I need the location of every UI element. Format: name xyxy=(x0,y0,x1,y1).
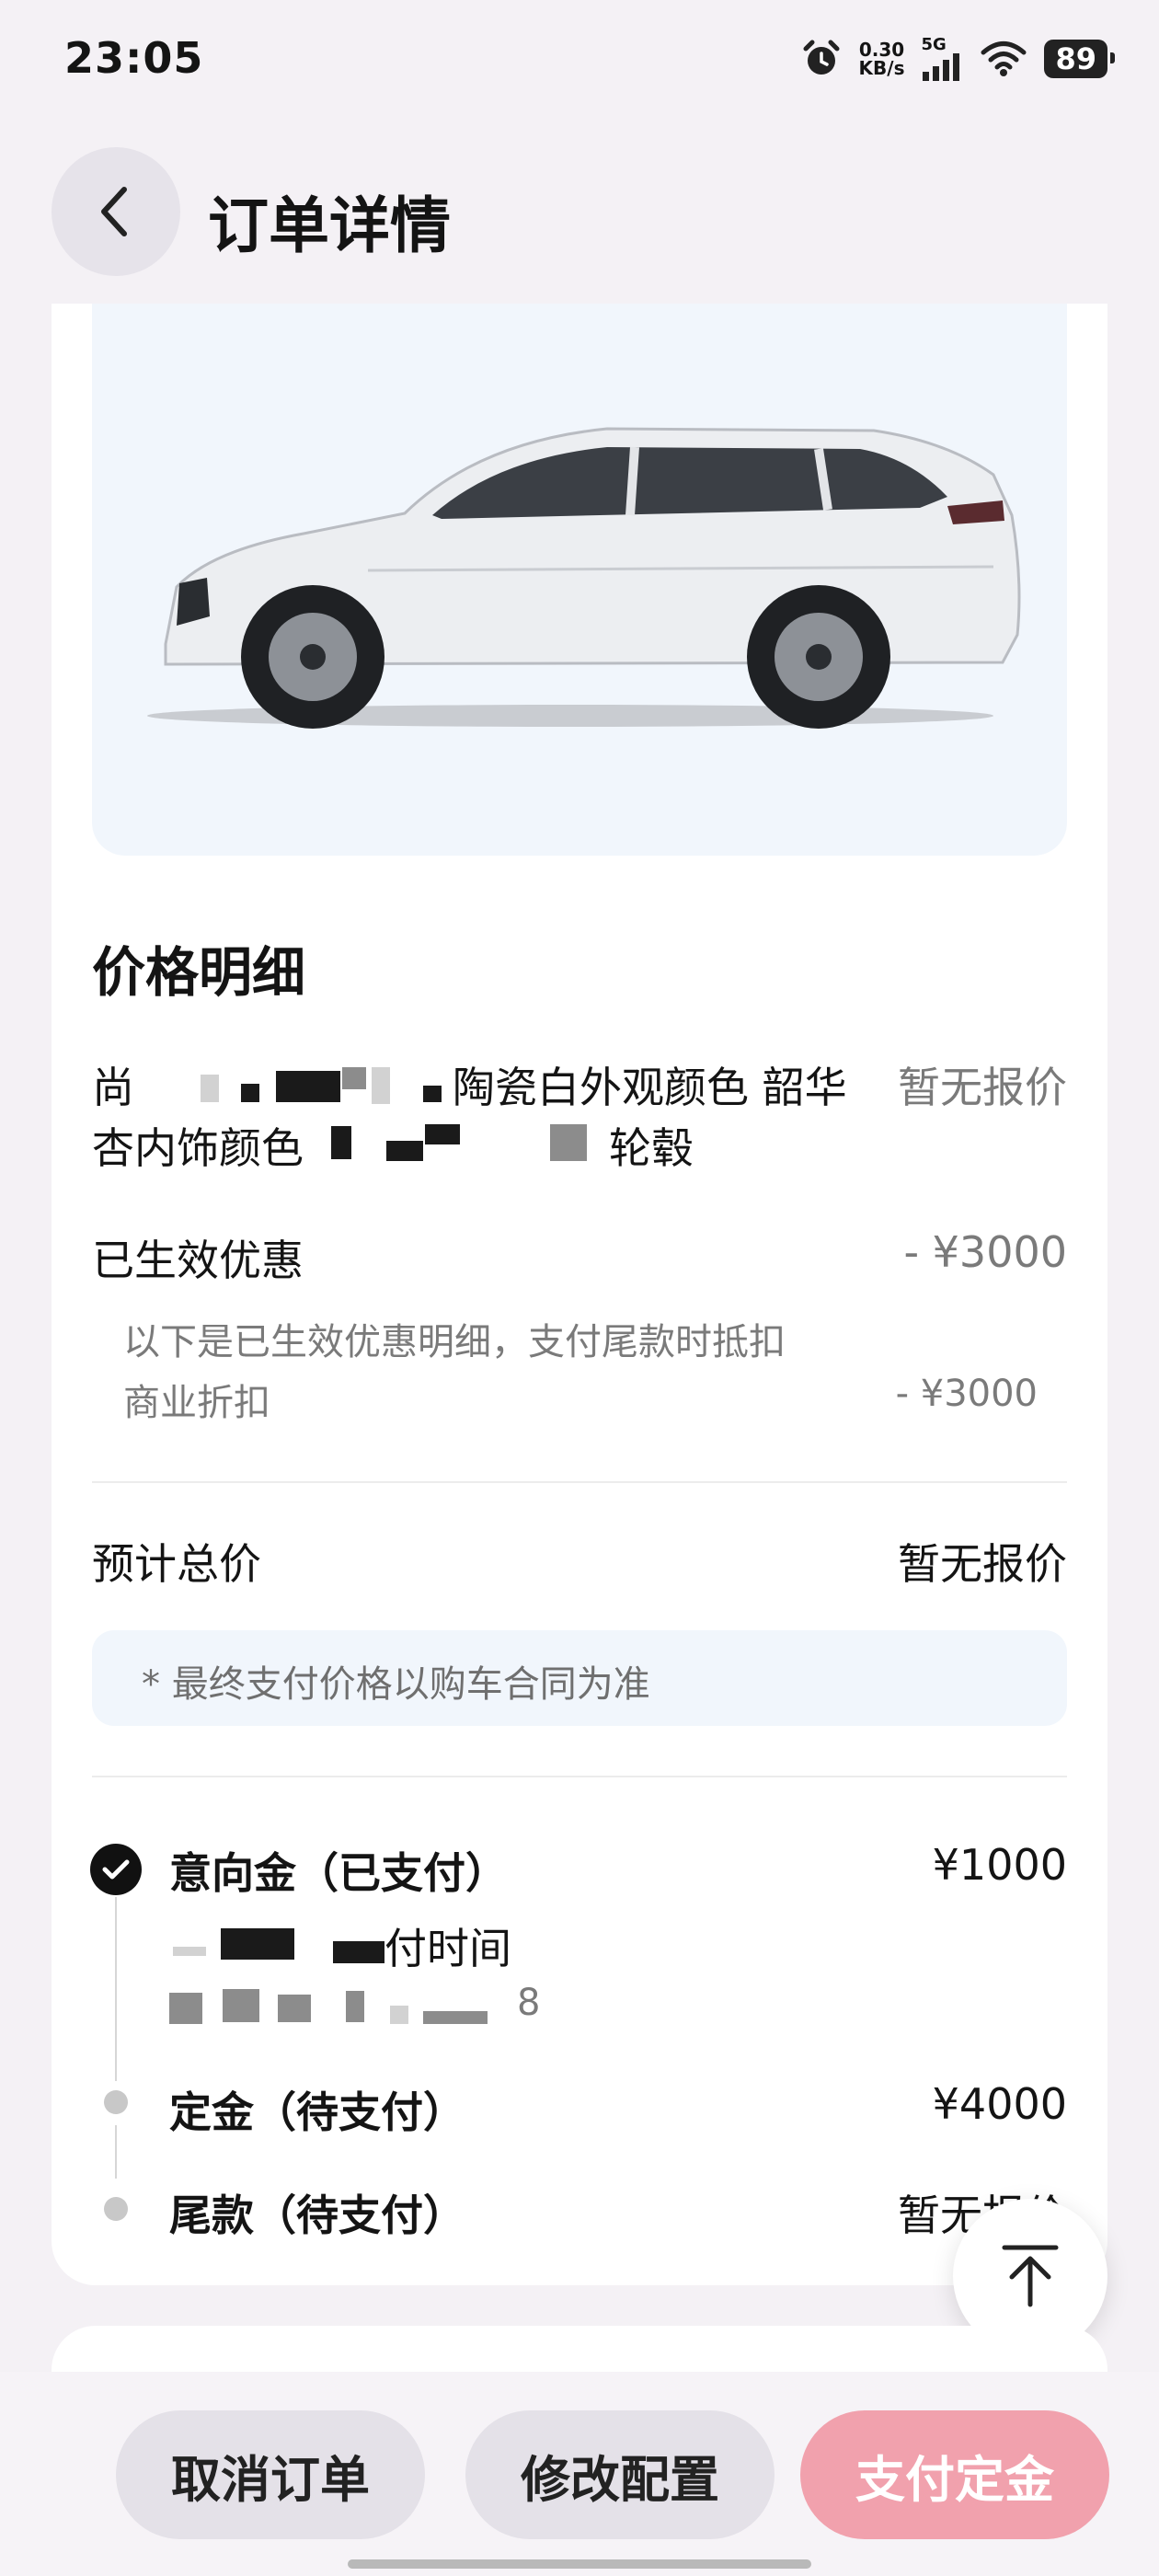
timeline-line xyxy=(115,2125,117,2179)
final-price-notice: * 最终支付价格以购车合同为准 xyxy=(92,1630,1067,1726)
redacted-block xyxy=(221,1928,294,1960)
page-title: 订单详情 xyxy=(208,190,451,261)
final-price-note: * 最终支付价格以购车合同为准 xyxy=(142,1663,650,1706)
config-price: 暂无报价 xyxy=(898,1063,1067,1112)
config-line-2-start: 杏内饰颜色 xyxy=(92,1123,304,1173)
home-indicator xyxy=(348,2559,811,2569)
redacted-block xyxy=(331,1126,351,1159)
redacted-block xyxy=(223,1989,259,2022)
redacted-block xyxy=(346,1991,364,2022)
timeline-line xyxy=(115,1897,117,2081)
signal-icon: 5G xyxy=(921,37,963,81)
redacted-block xyxy=(173,1947,206,1956)
alarm-icon xyxy=(803,40,840,75)
chevron-left-icon xyxy=(101,187,127,236)
redacted-block xyxy=(550,1124,587,1161)
redacted-block xyxy=(423,2011,488,2024)
redacted-block xyxy=(241,1084,259,1102)
redacted-block xyxy=(278,1995,311,2022)
discount-item-label: 商业折扣 xyxy=(123,1382,270,1424)
config-line-1-end: 陶瓷白外观颜色 韶华 xyxy=(453,1063,847,1112)
redacted-block xyxy=(425,1124,460,1144)
payment-intent-time-label: 付时间 xyxy=(384,1924,511,1973)
redacted-block xyxy=(333,1941,384,1963)
discount-note: 以下是已生效优惠明细，支付尾款时抵扣 xyxy=(123,1321,786,1363)
wifi-icon xyxy=(981,41,1027,76)
modify-config-button[interactable]: 修改配置 xyxy=(465,2410,775,2539)
redacted-block xyxy=(342,1067,366,1089)
redacted-block xyxy=(276,1071,340,1102)
arrow-up-icon xyxy=(1002,2245,1059,2307)
divider xyxy=(92,1481,1067,1483)
payment-intent-time-value: 8 xyxy=(517,1982,541,2024)
payment-deposit-amount: ¥4000 xyxy=(932,2079,1067,2129)
back-button[interactable] xyxy=(52,147,180,276)
redacted-block xyxy=(386,1141,423,1161)
pending-dot-icon xyxy=(104,2197,128,2221)
paid-check-icon xyxy=(90,1844,142,1895)
discount-label: 已生效优惠 xyxy=(92,1236,304,1285)
payment-intent-amount: ¥1000 xyxy=(932,1840,1067,1890)
redacted-block xyxy=(423,1086,442,1102)
config-line-2-end: 轮毂 xyxy=(609,1123,694,1173)
redacted-block xyxy=(169,1993,202,2024)
total-value: 暂无报价 xyxy=(898,1539,1067,1589)
config-line-1-start: 尚 xyxy=(92,1063,134,1112)
payment-deposit-label: 定金（待支付） xyxy=(169,2087,465,2137)
car-image xyxy=(92,304,1067,856)
status-time: 23:05 xyxy=(64,33,204,83)
payment-intent-label: 意向金（已支付） xyxy=(169,1848,508,1898)
net-speed: 0.30 KB/s xyxy=(858,39,905,79)
redacted-block xyxy=(372,1067,390,1104)
pay-deposit-button[interactable]: 支付定金 xyxy=(800,2410,1109,2539)
redacted-block xyxy=(390,2006,408,2024)
total-label: 预计总价 xyxy=(92,1539,261,1589)
payment-final-label: 尾款（待支付） xyxy=(169,2191,465,2240)
pending-dot-icon xyxy=(104,2090,128,2114)
discount-value: - ¥3000 xyxy=(903,1227,1067,1277)
redacted-block xyxy=(201,1075,219,1102)
discount-item-value: - ¥3000 xyxy=(895,1373,1038,1415)
divider xyxy=(92,1776,1067,1777)
battery-indicator: 89 xyxy=(1044,40,1115,78)
price-detail-title: 价格明细 xyxy=(92,941,306,1004)
cancel-order-button[interactable]: 取消订单 xyxy=(116,2410,425,2539)
status-icons: 0.30 KB/s 5G 89 xyxy=(800,37,1115,81)
